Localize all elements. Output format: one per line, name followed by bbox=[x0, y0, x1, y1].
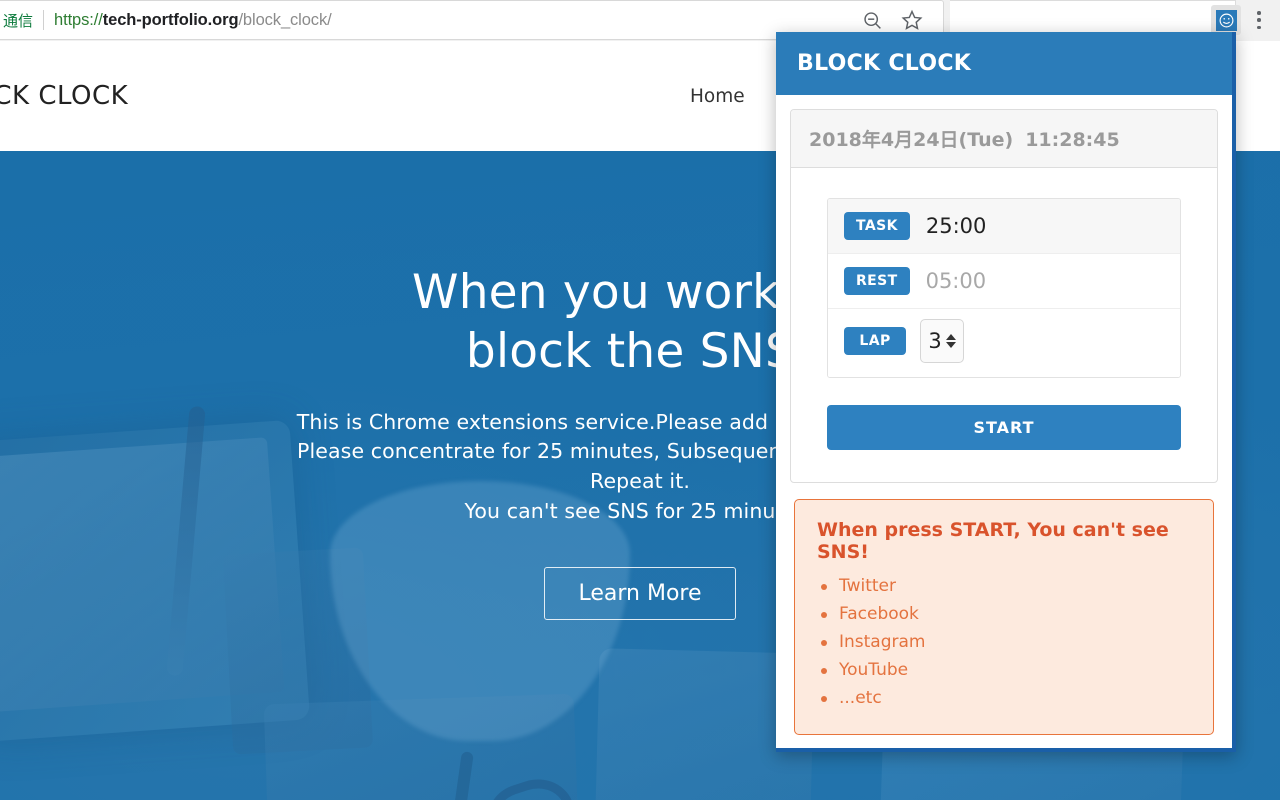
url-scheme: https:// bbox=[54, 10, 103, 29]
current-time: 11:28:45 bbox=[1025, 129, 1120, 151]
zoom-out-icon[interactable] bbox=[862, 10, 883, 31]
nav-item-home[interactable]: Home bbox=[690, 86, 745, 107]
timer-settings-box: TASK 25:00 REST 05:00 LAP 3 bbox=[827, 198, 1181, 378]
task-timer-value[interactable]: 25:00 bbox=[926, 214, 987, 238]
hero-title-line-2: block the SNS! bbox=[465, 323, 815, 379]
clock-card-header: 2018年4月24日(Tue) 11:28:45 bbox=[791, 110, 1217, 168]
clock-card-body: TASK 25:00 REST 05:00 LAP 3 START bbox=[791, 168, 1217, 482]
desk-photo-notebook bbox=[263, 693, 583, 800]
current-date: 2018年4月24日(Tue) bbox=[809, 129, 1014, 151]
extension-icon-glyph bbox=[1215, 9, 1237, 31]
list-item: ...etc bbox=[817, 684, 1191, 712]
task-badge: TASK bbox=[844, 212, 910, 240]
rest-timer-row[interactable]: REST 05:00 bbox=[828, 254, 1180, 309]
kebab-dot bbox=[1257, 25, 1261, 29]
site-logo[interactable]: BLOCK CLOCK bbox=[0, 81, 128, 111]
warning-wrapper: When press START, You can't see SNS! Twi… bbox=[776, 483, 1232, 735]
url-text[interactable]: https://tech-portfolio.org/block_clock/ bbox=[54, 11, 332, 30]
desk-photo-glasses-arm bbox=[434, 751, 474, 800]
task-timer-row[interactable]: TASK 25:00 bbox=[828, 199, 1180, 254]
blocked-sites-list: Twitter Facebook Instagram YouTube ...et… bbox=[817, 572, 1191, 712]
extension-popup: BLOCK CLOCK 2018年4月24日(Tue) 11:28:45 TASK… bbox=[776, 32, 1236, 752]
lap-count-value: 3 bbox=[928, 329, 942, 353]
popup-title: BLOCK CLOCK bbox=[797, 51, 972, 76]
list-item: YouTube bbox=[817, 656, 1191, 684]
url-path: /block_clock/ bbox=[238, 10, 332, 29]
smiley-face-extension-icon[interactable] bbox=[1211, 5, 1241, 35]
lap-number-input[interactable]: 3 bbox=[920, 319, 964, 363]
list-item: Twitter bbox=[817, 572, 1191, 600]
url-host: tech-portfolio.org bbox=[102, 10, 239, 29]
stepper-down-icon[interactable] bbox=[945, 342, 956, 348]
kebab-dot bbox=[1257, 18, 1261, 22]
rest-badge: REST bbox=[844, 267, 910, 295]
start-button[interactable]: START bbox=[827, 405, 1181, 450]
star-icon[interactable] bbox=[901, 9, 923, 31]
lap-stepper-icon[interactable] bbox=[945, 334, 956, 348]
blocked-sites-warning: When press START, You can't see SNS! Twi… bbox=[794, 499, 1214, 735]
lap-badge: LAP bbox=[844, 327, 906, 355]
list-item: Facebook bbox=[817, 600, 1191, 628]
popup-body: 2018年4月24日(Tue) 11:28:45 TASK 25:00 REST … bbox=[776, 95, 1232, 483]
omnibox-divider bbox=[43, 10, 45, 30]
learn-more-button[interactable]: Learn More bbox=[544, 567, 736, 621]
clock-card: 2018年4月24日(Tue) 11:28:45 TASK 25:00 REST … bbox=[790, 109, 1218, 483]
popup-header: BLOCK CLOCK bbox=[776, 32, 1232, 95]
stepper-up-icon[interactable] bbox=[945, 334, 956, 340]
list-item: Instagram bbox=[817, 628, 1191, 656]
secure-connection-label: 通信 bbox=[3, 11, 34, 30]
rest-timer-value[interactable]: 05:00 bbox=[926, 269, 987, 293]
kebab-dot bbox=[1257, 11, 1261, 15]
lap-row: LAP 3 bbox=[828, 309, 1180, 377]
warning-title: When press START, You can't see SNS! bbox=[817, 519, 1169, 563]
desk-photo-glasses-lens-left bbox=[480, 769, 586, 800]
three-dot-menu-icon[interactable] bbox=[1251, 9, 1267, 31]
